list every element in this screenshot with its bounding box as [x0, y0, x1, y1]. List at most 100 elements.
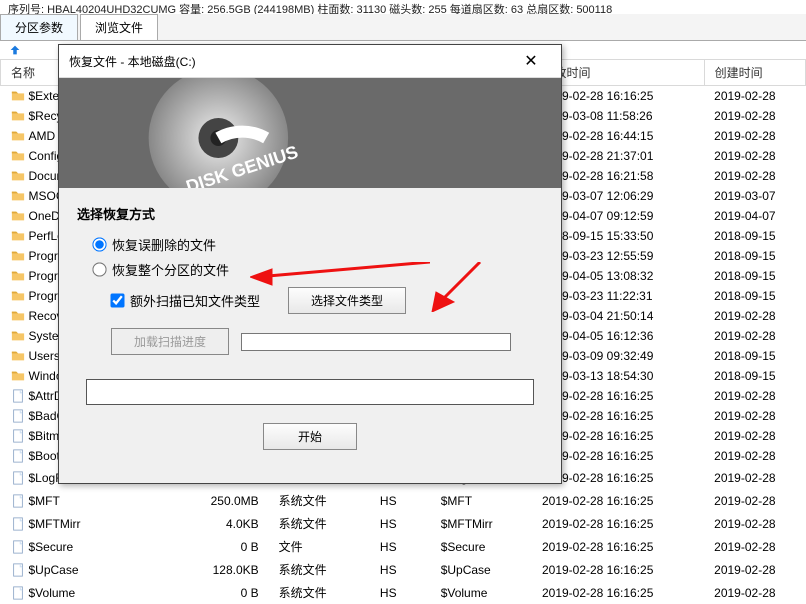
file-size: 250.0MB [188, 489, 269, 512]
folder-icon [11, 149, 25, 163]
file-name-text: $Boot [29, 449, 60, 463]
col-created[interactable]: 创建时间 [704, 60, 805, 86]
file-size: 0 B [188, 581, 269, 604]
folder-icon [11, 289, 25, 303]
file-short: $MFT [431, 489, 532, 512]
file-icon [11, 494, 25, 508]
file-attr: HS [370, 535, 431, 558]
path-input[interactable] [86, 379, 534, 405]
file-created: 2018-09-15 [704, 346, 805, 366]
file-created: 2019-02-28 [704, 386, 805, 406]
file-modified: 2019-02-28 16:16:25 [532, 512, 704, 535]
radio-deleted-label: 恢复误删除的文件 [112, 235, 216, 254]
file-created: 2018-09-15 [704, 226, 805, 246]
folder-icon [11, 189, 25, 203]
folder-icon [11, 369, 25, 383]
file-created: 2019-04-07 [704, 206, 805, 226]
file-created: 2019-02-28 [704, 489, 805, 512]
file-created: 2019-02-28 [704, 558, 805, 581]
folder-icon [11, 329, 25, 343]
folder-icon [11, 309, 25, 323]
file-type: 系统文件 [269, 489, 370, 512]
arrow-up-icon [8, 43, 22, 57]
file-created: 2018-09-15 [704, 286, 805, 306]
close-icon[interactable]: ✕ [511, 51, 551, 71]
radio-partition-input[interactable] [92, 262, 106, 276]
file-created: 2019-02-28 [704, 426, 805, 446]
file-icon [11, 389, 25, 403]
table-row[interactable]: $Secure0 B文件HS$Secure2019-02-28 16:16:25… [1, 535, 806, 558]
check-extra-scan-label: 额外扫描已知文件类型 [130, 291, 260, 310]
file-short: $Volume [431, 581, 532, 604]
file-created: 2019-02-28 [704, 581, 805, 604]
folder-icon [11, 209, 25, 223]
tab-partition-params[interactable]: 分区参数 [0, 14, 78, 40]
radio-deleted-input[interactable] [92, 237, 106, 251]
file-created: 2019-02-28 [704, 106, 805, 126]
file-icon [11, 586, 25, 600]
file-size: 128.0KB [188, 558, 269, 581]
folder-icon [11, 269, 25, 283]
file-name-text: AMD [29, 129, 56, 143]
radio-recover-deleted[interactable]: 恢复误删除的文件 [93, 235, 543, 254]
file-created: 2019-03-07 [704, 186, 805, 206]
file-short: $Secure [431, 535, 532, 558]
table-row[interactable]: $MFT250.0MB系统文件HS$MFT2019-02-28 16:16:25… [1, 489, 806, 512]
file-name-text: Users [29, 349, 60, 363]
file-created: 2019-02-28 [704, 466, 805, 489]
table-row[interactable]: $MFTMirr4.0KB系统文件HS$MFTMirr2019-02-28 16… [1, 512, 806, 535]
file-created: 2019-02-28 [704, 306, 805, 326]
file-attr: HS [370, 581, 431, 604]
start-button[interactable]: 开始 [263, 423, 357, 450]
progress-bar [241, 333, 511, 351]
file-icon [11, 429, 25, 443]
file-created: 2018-09-15 [704, 366, 805, 386]
folder-icon [11, 129, 25, 143]
radio-partition-label: 恢复整个分区的文件 [112, 260, 229, 279]
file-created: 2019-02-28 [704, 86, 805, 107]
load-scan-progress-button: 加载扫描进度 [111, 328, 229, 355]
file-created: 2018-09-15 [704, 266, 805, 286]
tabs: 分区参数 浏览文件 [0, 14, 806, 41]
file-icon [11, 409, 25, 423]
dialog-banner: DISK GENIUS [59, 78, 561, 188]
folder-icon [11, 109, 25, 123]
tab-browse-files[interactable]: 浏览文件 [80, 14, 158, 40]
section-title: 选择恢复方式 [77, 204, 543, 223]
file-icon [11, 540, 25, 554]
file-created: 2019-02-28 [704, 326, 805, 346]
info-bar: 序列号: HBAL40204UHD32CUMG 容量: 256.5GB (244… [0, 0, 806, 14]
file-icon [11, 471, 25, 485]
file-attr: HS [370, 512, 431, 535]
file-short: $UpCase [431, 558, 532, 581]
check-extra-scan[interactable]: 额外扫描已知文件类型 [111, 291, 260, 310]
file-created: 2018-09-15 [704, 246, 805, 266]
recover-dialog: 恢复文件 - 本地磁盘(C:) ✕ DISK GENIUS 选择恢复方式 恢复误… [58, 44, 562, 484]
file-name-text: $MFT [29, 494, 60, 508]
file-created: 2019-02-28 [704, 446, 805, 466]
file-created: 2019-02-28 [704, 535, 805, 558]
radio-recover-partition[interactable]: 恢复整个分区的文件 [93, 260, 543, 279]
file-created: 2019-02-28 [704, 166, 805, 186]
file-modified: 2019-02-28 16:16:25 [532, 489, 704, 512]
table-row[interactable]: $UpCase128.0KB系统文件HS$UpCase2019-02-28 16… [1, 558, 806, 581]
file-icon [11, 517, 25, 531]
folder-icon [11, 229, 25, 243]
file-attr: HS [370, 489, 431, 512]
table-row[interactable]: $Volume0 B系统文件HS$Volume2019-02-28 16:16:… [1, 581, 806, 604]
select-filetypes-button[interactable]: 选择文件类型 [288, 287, 406, 314]
file-name-text: $Secure [29, 540, 74, 554]
file-type: 系统文件 [269, 581, 370, 604]
file-size: 4.0KB [188, 512, 269, 535]
file-type: 系统文件 [269, 512, 370, 535]
folder-icon [11, 249, 25, 263]
file-icon [11, 563, 25, 577]
file-modified: 2019-02-28 16:16:25 [532, 558, 704, 581]
check-extra-scan-input[interactable] [110, 293, 124, 307]
folder-icon [11, 169, 25, 183]
file-type: 系统文件 [269, 558, 370, 581]
file-short: $MFTMirr [431, 512, 532, 535]
file-created: 2019-02-28 [704, 406, 805, 426]
file-type: 文件 [269, 535, 370, 558]
file-modified: 2019-02-28 16:16:25 [532, 535, 704, 558]
